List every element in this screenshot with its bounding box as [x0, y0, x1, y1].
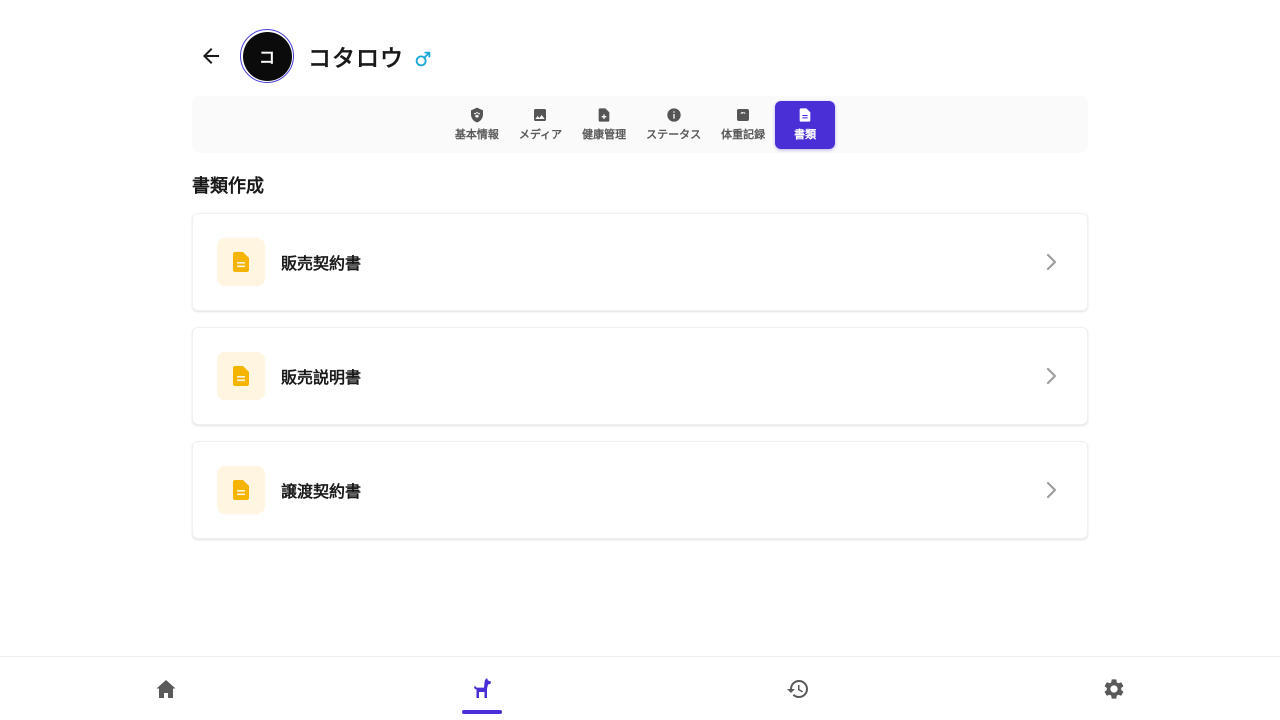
shield-paw-icon	[470, 107, 483, 123]
nav-settings[interactable]	[1084, 657, 1144, 720]
chevron-right-icon	[1039, 478, 1063, 502]
tab-health[interactable]: 健康管理	[572, 101, 636, 149]
chevron-right-icon	[1039, 250, 1063, 274]
document-label: 販売説明書	[281, 368, 362, 387]
document-icon	[233, 366, 249, 386]
tab-status[interactable]: ステータス	[636, 101, 711, 149]
back-button[interactable]	[191, 36, 231, 76]
document-icon	[233, 480, 249, 500]
tab-bar: 基本情報 メディア 健康管理 ステータス 体重記録 書類	[192, 96, 1088, 153]
document-item-sales-explanation[interactable]: 販売説明書	[192, 327, 1088, 425]
image-icon	[534, 109, 547, 121]
medical-file-icon	[598, 108, 610, 122]
tab-media[interactable]: メディア	[509, 101, 572, 149]
document-item-sales-contract[interactable]: 販売契約書	[192, 213, 1088, 311]
dog-icon	[474, 678, 491, 698]
pet-header: コ コタロウ	[192, 28, 432, 84]
avatar: コ	[240, 29, 294, 83]
tab-label: 書類	[794, 128, 817, 141]
nav-home[interactable]	[136, 657, 196, 720]
document-item-transfer-contract[interactable]: 譲渡契約書	[192, 441, 1088, 539]
info-icon	[666, 108, 681, 122]
document-icon-wrapper	[217, 352, 265, 400]
document-icon	[233, 252, 249, 272]
tab-label: 体重記録	[721, 128, 766, 141]
tab-label: 健康管理	[582, 128, 627, 141]
tab-basic-info[interactable]: 基本情報	[445, 101, 509, 149]
weight-icon	[737, 109, 750, 121]
document-icon-wrapper	[217, 238, 265, 286]
nav-active-indicator	[462, 710, 502, 714]
tab-label: ステータス	[646, 128, 702, 141]
document-icon-wrapper	[217, 466, 265, 514]
document-icon	[799, 108, 811, 122]
tab-label: 基本情報	[454, 128, 499, 141]
male-symbol-icon	[414, 50, 432, 68]
pet-name: コタロウ	[308, 46, 404, 72]
nav-pets[interactable]	[452, 657, 512, 720]
document-label: 販売契約書	[281, 254, 362, 273]
gear-icon	[1104, 679, 1124, 699]
tab-label: メディア	[518, 128, 563, 141]
section-title: 書類作成	[192, 176, 264, 197]
tab-documents[interactable]: 書類	[775, 100, 836, 149]
document-label: 譲渡契約書	[281, 482, 362, 501]
pet-detail-page: コ コタロウ 基本情報 メディア 健康管理 ステータス 体重記録 書類 書類作成…	[0, 0, 1280, 720]
bottom-nav	[0, 656, 1280, 720]
arrow-left-icon	[203, 48, 219, 64]
avatar-initial: コ	[242, 31, 292, 81]
nav-history[interactable]	[768, 657, 828, 720]
home-icon	[156, 680, 176, 698]
tab-weight[interactable]: 体重記録	[711, 101, 775, 149]
chevron-right-icon	[1039, 364, 1063, 388]
history-icon	[787, 680, 808, 698]
